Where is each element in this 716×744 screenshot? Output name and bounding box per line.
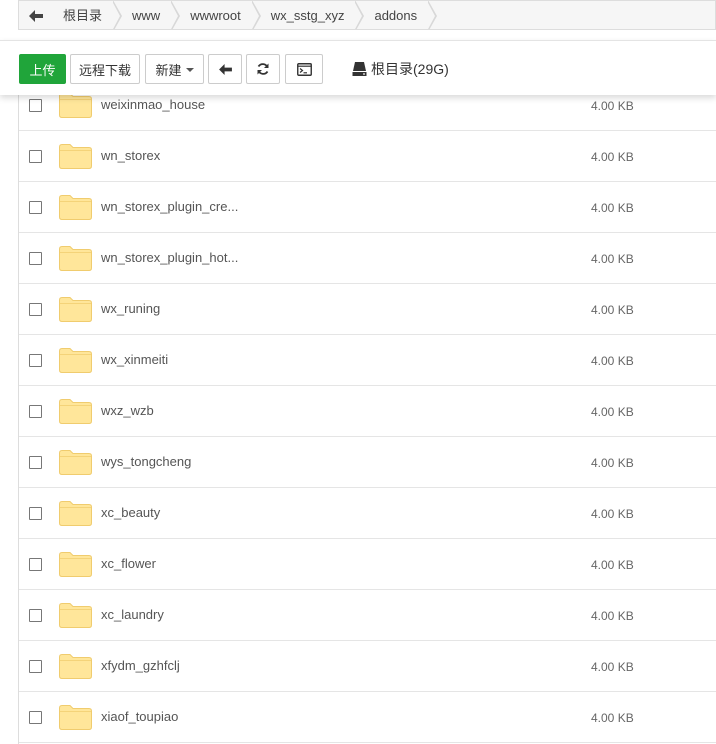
arrow-left-icon (218, 63, 232, 75)
breadcrumb-item-label: wx_sstg_xyz (270, 8, 345, 23)
file-row[interactable]: xiaof_toupiao 4.00 KB (19, 692, 716, 743)
breadcrumb-item-label: 根目录 (63, 8, 103, 23)
refresh-icon (257, 63, 269, 75)
breadcrumb-item[interactable]: addons (356, 1, 438, 29)
toolbar: 上传 远程下载 新建 根目录(29G) (0, 40, 716, 95)
file-size: 4.00 KB (591, 252, 634, 266)
file-name[interactable]: wn_storex (101, 131, 160, 181)
file-size: 4.00 KB (591, 201, 634, 215)
folder-icon (59, 552, 92, 577)
breadcrumb: 根目录 www wwwroot wx_sstg_xyz addons (18, 0, 716, 30)
file-name[interactable]: xiaof_toupiao (101, 692, 178, 742)
new-dropdown-button[interactable]: 新建 (145, 54, 204, 84)
terminal-icon (296, 62, 312, 76)
row-checkbox[interactable] (29, 405, 42, 418)
file-name[interactable]: wys_tongcheng (101, 437, 191, 487)
breadcrumb-item[interactable]: 根目录 (53, 1, 123, 29)
back-button[interactable] (208, 54, 242, 84)
folder-icon (59, 450, 92, 475)
file-name[interactable]: wx_runing (101, 284, 160, 334)
breadcrumb-separator (427, 1, 438, 29)
file-size: 4.00 KB (591, 456, 634, 470)
breadcrumb-separator (112, 1, 123, 29)
folder-icon (59, 654, 92, 679)
terminal-button[interactable] (285, 54, 323, 84)
upload-button[interactable]: 上传 (19, 54, 66, 84)
row-checkbox[interactable] (29, 558, 42, 571)
file-row[interactable]: xfydm_gzhfclj 4.00 KB (19, 641, 716, 692)
breadcrumb-item[interactable]: wwwroot (172, 1, 261, 29)
row-checkbox[interactable] (29, 201, 42, 214)
new-button-label: 新建 (155, 62, 182, 78)
file-row[interactable]: wys_tongcheng 4.00 KB (19, 437, 716, 488)
file-name[interactable]: wn_storex_plugin_hot... (101, 233, 238, 283)
file-name[interactable]: xc_laundry (101, 590, 164, 640)
remote-download-button[interactable]: 远程下载 (70, 54, 140, 84)
folder-icon (59, 246, 92, 271)
row-checkbox[interactable] (29, 252, 42, 265)
row-checkbox[interactable] (29, 711, 42, 724)
folder-icon (59, 501, 92, 526)
breadcrumb-item-label: wwwroot (190, 8, 241, 23)
breadcrumb-item[interactable]: wx_sstg_xyz (253, 1, 365, 29)
disk-info[interactable]: 根目录(29G) (352, 54, 449, 84)
folder-icon (59, 93, 92, 118)
row-checkbox[interactable] (29, 150, 42, 163)
file-row[interactable]: wx_xinmeiti 4.00 KB (19, 335, 716, 386)
folder-icon (59, 348, 92, 373)
file-size: 4.00 KB (591, 303, 634, 317)
file-name[interactable]: xc_beauty (101, 488, 160, 538)
hard-drive-icon (352, 62, 367, 76)
file-size: 4.00 KB (591, 507, 634, 521)
row-checkbox[interactable] (29, 609, 42, 622)
file-row[interactable]: wxz_wzb 4.00 KB (19, 386, 716, 437)
breadcrumb-back-button[interactable] (19, 1, 53, 29)
breadcrumb-item-label: www (132, 8, 161, 23)
row-checkbox[interactable] (29, 99, 42, 112)
arrow-left-icon (29, 10, 43, 22)
breadcrumb-item[interactable]: www (114, 1, 181, 29)
breadcrumb-separator (170, 1, 181, 29)
file-name[interactable]: xfydm_gzhfclj (101, 641, 180, 691)
row-checkbox[interactable] (29, 456, 42, 469)
row-checkbox[interactable] (29, 303, 42, 316)
file-size: 4.00 KB (591, 711, 634, 725)
file-size: 4.00 KB (591, 150, 634, 164)
file-size: 4.00 KB (591, 609, 634, 623)
file-row[interactable]: xc_laundry 4.00 KB (19, 590, 716, 641)
file-name[interactable]: wxz_wzb (101, 386, 154, 436)
folder-icon (59, 297, 92, 322)
file-size: 4.00 KB (591, 405, 634, 419)
file-name[interactable]: xc_flower (101, 539, 156, 589)
file-size: 4.00 KB (591, 558, 634, 572)
file-row[interactable]: wn_storex_plugin_cre... 4.00 KB (19, 182, 716, 233)
row-checkbox[interactable] (29, 660, 42, 673)
folder-icon (59, 705, 92, 730)
refresh-button[interactable] (246, 54, 280, 84)
caret-down-icon (185, 68, 194, 72)
file-row[interactable]: wn_storex_plugin_hot... 4.00 KB (19, 233, 716, 284)
file-row[interactable]: xc_beauty 4.00 KB (19, 488, 716, 539)
file-name[interactable]: wx_xinmeiti (101, 335, 168, 385)
breadcrumb-separator (354, 1, 365, 29)
file-size: 4.00 KB (591, 660, 634, 674)
row-checkbox[interactable] (29, 507, 42, 520)
folder-icon (59, 399, 92, 424)
file-list: weixinmao_house 4.00 KB wn_storex 4.00 KB wn… (18, 80, 716, 744)
folder-icon (59, 603, 92, 628)
file-row[interactable]: wx_runing 4.00 KB (19, 284, 716, 335)
disk-label: 根目录(29G) (371, 61, 449, 77)
row-checkbox[interactable] (29, 354, 42, 367)
folder-icon (59, 144, 92, 169)
file-size: 4.00 KB (591, 354, 634, 368)
folder-icon (59, 195, 92, 220)
file-name[interactable]: wn_storex_plugin_cre... (101, 182, 238, 232)
breadcrumb-separator (250, 1, 261, 29)
file-row[interactable]: wn_storex 4.00 KB (19, 131, 716, 182)
file-row[interactable]: xc_flower 4.00 KB (19, 539, 716, 590)
breadcrumb-item-label: addons (374, 8, 418, 23)
